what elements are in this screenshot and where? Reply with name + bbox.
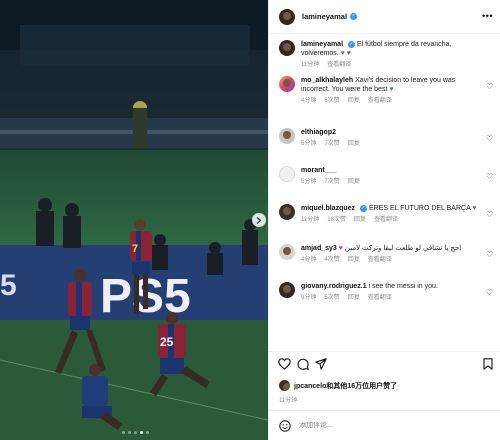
comment-text: ERES EL FUTURO DEL BARÇA <box>368 205 471 212</box>
like-comment-heart-icon[interactable]: ♡ <box>486 210 493 219</box>
carousel-dot <box>122 431 125 434</box>
comment-item: amjad_sy3 ♥ احچ يا تشافي لو طلعت ليڤا وت… <box>269 244 500 282</box>
like-comment-heart-icon[interactable]: ♡ <box>486 82 493 91</box>
likes-count[interactable]: 7次赞 <box>324 178 339 187</box>
likes-count[interactable]: 4次赞 <box>324 256 339 265</box>
likes-count[interactable]: 5次赞 <box>324 294 339 303</box>
post-timestamp: 11分钟 <box>279 398 298 404</box>
see-translation-link[interactable]: 查看翻译 <box>368 97 392 106</box>
avatar[interactable] <box>279 204 295 220</box>
red-heart-emoji: ♥ <box>346 50 351 57</box>
post-photo[interactable]: PS5 5 7 25 <box>0 0 268 440</box>
see-translation-link[interactable]: 查看翻译 <box>368 294 392 303</box>
comment-username[interactable]: miquel.blazquez <box>301 205 355 212</box>
see-translation-link[interactable]: 查看翻译 <box>374 216 398 225</box>
emoji-smile-icon[interactable] <box>279 419 291 432</box>
comment-username[interactable]: lamineyamal <box>301 41 343 48</box>
comment-item: elthiagop2 5分钟 7次赞 回复 ♡ <box>269 128 500 166</box>
avatar[interactable] <box>279 76 295 92</box>
post-header: lamineyamal ✓ ••• <box>269 0 500 34</box>
comments-list: lamineyamal ✓ El fútbol siempre da revan… <box>269 40 500 322</box>
comment-username[interactable]: amjad_sy3 <box>301 245 337 252</box>
see-translation-link[interactable]: 查看翻译 <box>327 61 351 70</box>
comment-bubble-icon[interactable] <box>297 358 309 370</box>
save-bookmark-icon[interactable] <box>483 358 493 370</box>
comment-time: 11分钟 <box>301 62 320 68</box>
liker-username[interactable]: jpcancelo <box>294 383 326 390</box>
football-celebration-image: PS5 5 7 25 <box>0 0 268 440</box>
more-options-icon[interactable]: ••• <box>482 11 493 21</box>
liker-avatar[interactable] <box>279 380 290 391</box>
comment-time: 4分钟 <box>301 257 317 263</box>
avatar[interactable] <box>279 244 295 260</box>
comment-time: 11分钟 <box>301 217 320 223</box>
comment-username[interactable]: elthiagop2 <box>301 129 336 136</box>
author-avatar[interactable] <box>279 8 295 25</box>
verified-badge-icon: ✓ <box>360 204 368 212</box>
reply-button[interactable]: 回复 <box>348 97 360 106</box>
comment-item: giovany.rodriguez.1 i see the messi in y… <box>269 282 500 322</box>
blue-heart-emoji: ♥ <box>340 50 345 57</box>
comment-item: miquel.blazquez ✓ ERES EL FUTURO DEL BAR… <box>269 204 500 244</box>
carousel-dot <box>134 431 137 434</box>
like-comment-heart-icon[interactable]: ♡ <box>486 172 493 181</box>
carousel-dot-active <box>140 431 143 434</box>
comment-username[interactable]: morant___ <box>301 167 336 174</box>
avatar[interactable] <box>279 128 295 144</box>
purple-heart-emoji: ♥ <box>338 245 343 252</box>
avatar[interactable] <box>279 282 295 298</box>
likes-count[interactable]: 6次赞 <box>324 97 339 106</box>
comment-username[interactable]: mo_alkhalayleh <box>301 77 353 84</box>
like-heart-icon[interactable] <box>278 358 291 370</box>
blue-heart-emoji: ♥ <box>472 205 477 212</box>
jersey-number-2: 25 <box>160 335 174 349</box>
comment-time: 4分钟 <box>301 98 317 104</box>
like-comment-heart-icon[interactable]: ♡ <box>486 288 493 297</box>
see-translation-link[interactable]: 查看翻译 <box>368 256 392 265</box>
reply-button[interactable]: 回复 <box>348 140 360 149</box>
svg-text:5: 5 <box>0 269 17 302</box>
like-comment-heart-icon[interactable]: ♡ <box>486 250 493 259</box>
reply-button[interactable]: 回复 <box>348 294 360 303</box>
share-send-icon[interactable] <box>315 358 327 370</box>
verified-badge-icon: ✓ <box>347 40 355 48</box>
like-comment-heart-icon[interactable]: ♡ <box>486 134 493 143</box>
jersey-number-1: 7 <box>132 243 138 255</box>
comment-text: i see the messi in you. <box>368 283 438 290</box>
likes-summary[interactable]: jpcancelo和其他16万位用户赞了 <box>279 380 397 391</box>
likes-count-text: 和其他16万位用户赞了 <box>326 382 398 390</box>
comment-item: morant___ 5分钟 7次赞 回复 ♡ <box>269 166 500 204</box>
comment-time: 5分钟 <box>301 179 317 185</box>
verified-badge-icon: ✓ <box>350 13 358 20</box>
comment-input[interactable] <box>299 422 479 429</box>
reply-button[interactable]: 回复 <box>348 178 360 187</box>
carousel-indicator <box>122 431 149 434</box>
carousel-dot <box>128 431 131 434</box>
comment-text: احچ يا تشافي لو طلعت ليڤا وتركت لامين <box>344 245 462 252</box>
avatar[interactable] <box>279 40 295 56</box>
comment-item: mo_alkhalayleh Xavi's decision to leave … <box>269 76 500 128</box>
likes-count[interactable]: 7次赞 <box>324 140 339 149</box>
next-image-button[interactable] <box>252 213 266 227</box>
carousel-dot <box>146 431 149 434</box>
comment-time: 9分钟 <box>301 295 317 301</box>
post-detail-panel: lamineyamal ✓ ••• lamineyamal ✓ El fútbo… <box>268 0 500 440</box>
post-action-bar <box>269 351 500 377</box>
author-username[interactable]: lamineyamal <box>302 12 347 21</box>
reply-button[interactable]: 回复 <box>354 216 366 225</box>
blue-heart-emoji: ♥ <box>389 86 394 93</box>
add-comment-bar <box>269 410 500 440</box>
likes-count[interactable]: 18次赞 <box>327 216 346 225</box>
caption: lamineyamal ✓ El fútbol siempre da revan… <box>269 40 500 76</box>
reply-button[interactable]: 回复 <box>348 256 360 265</box>
avatar[interactable] <box>279 166 295 182</box>
comment-time: 5分钟 <box>301 141 317 147</box>
comment-username[interactable]: giovany.rodriguez.1 <box>301 283 367 290</box>
chevron-right-icon <box>256 216 262 224</box>
